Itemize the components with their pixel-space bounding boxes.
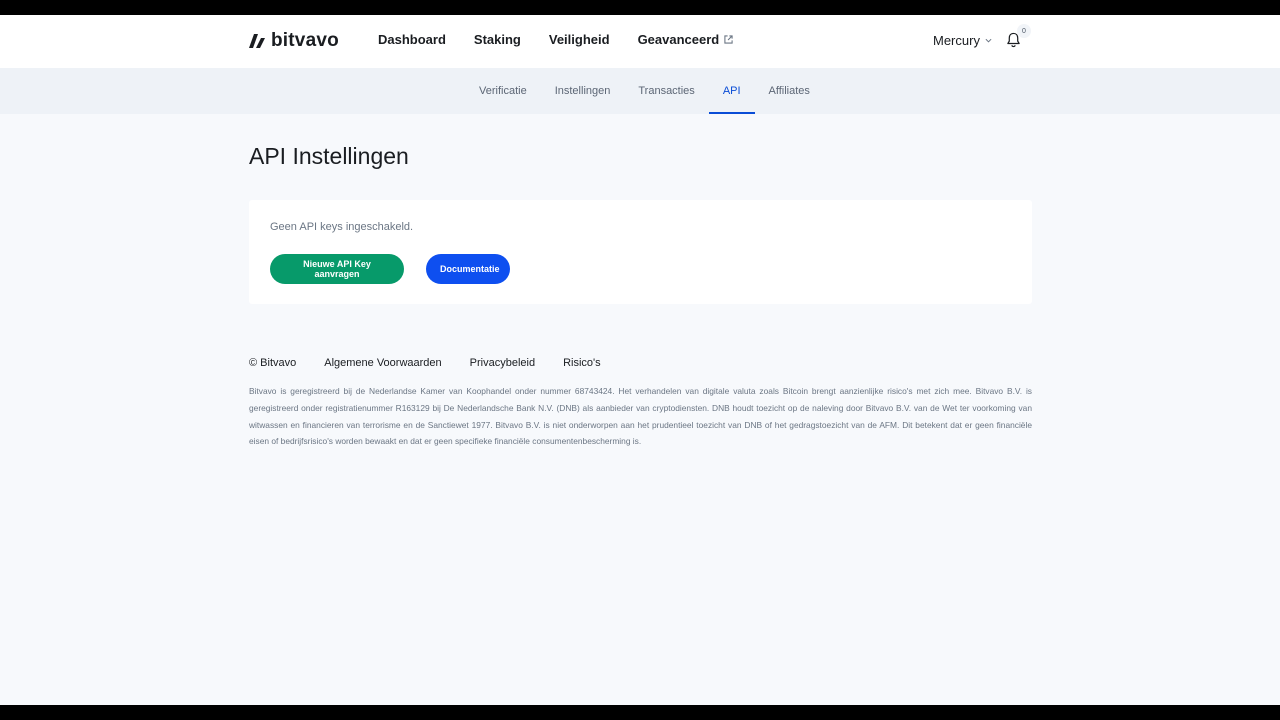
- bitvavo-logo-icon: [249, 34, 265, 48]
- footer-disclaimer: Bitvavo is geregistreerd bij de Nederlan…: [249, 386, 1032, 447]
- bottom-letterbox: [0, 705, 1280, 720]
- external-link-icon: [724, 35, 733, 44]
- new-api-key-button[interactable]: Nieuwe API Key aanvragen: [270, 254, 404, 284]
- tab-instellingen[interactable]: Instellingen: [541, 68, 625, 114]
- api-keys-card: Geen API keys ingeschakeld. Nieuwe API K…: [249, 200, 1032, 304]
- sub-navigation: Verificatie Instellingen Transacties API…: [0, 68, 1280, 114]
- tab-verificatie[interactable]: Verificatie: [465, 68, 541, 114]
- top-header: bitvavo Dashboard Staking Veiligheid Gea…: [0, 15, 1280, 68]
- nav-veiligheid[interactable]: Veiligheid: [549, 32, 610, 47]
- page-title: API Instellingen: [249, 143, 409, 169]
- bitvavo-logo[interactable]: bitvavo: [249, 30, 339, 52]
- empty-state-message: Geen API keys ingeschakeld.: [270, 221, 414, 233]
- user-menu[interactable]: Mercury: [933, 33, 992, 48]
- tab-api[interactable]: API: [708, 68, 755, 114]
- nav-geavanceerd-label: Geavanceerd: [637, 32, 720, 47]
- top-letterbox: [0, 0, 1280, 15]
- footer-copyright: © Bitvavo: [249, 357, 297, 369]
- main-nav: Dashboard Staking Veiligheid Geavanceerd: [378, 32, 733, 47]
- notification-badge: 0: [1017, 24, 1031, 38]
- nav-staking[interactable]: Staking: [474, 32, 521, 47]
- nav-dashboard[interactable]: Dashboard: [378, 32, 446, 47]
- nav-geavanceerd[interactable]: Geavanceerd: [638, 32, 734, 47]
- footer-links: © Bitvavo Algemene Voorwaarden Privacybe…: [249, 357, 601, 369]
- footer-link-privacy[interactable]: Privacybeleid: [470, 357, 535, 369]
- brand-name: bitvavo: [271, 30, 339, 51]
- chevron-down-icon: [985, 38, 992, 43]
- tab-transacties[interactable]: Transacties: [624, 68, 708, 114]
- documentation-button[interactable]: Documentatie: [426, 254, 510, 284]
- footer-link-terms[interactable]: Algemene Voorwaarden: [324, 357, 441, 369]
- footer-link-risks[interactable]: Risico's: [563, 357, 601, 369]
- tab-affiliates[interactable]: Affiliates: [755, 68, 824, 114]
- subnav-tabs: Verificatie Instellingen Transacties API…: [465, 68, 824, 114]
- user-name: Mercury: [933, 33, 980, 48]
